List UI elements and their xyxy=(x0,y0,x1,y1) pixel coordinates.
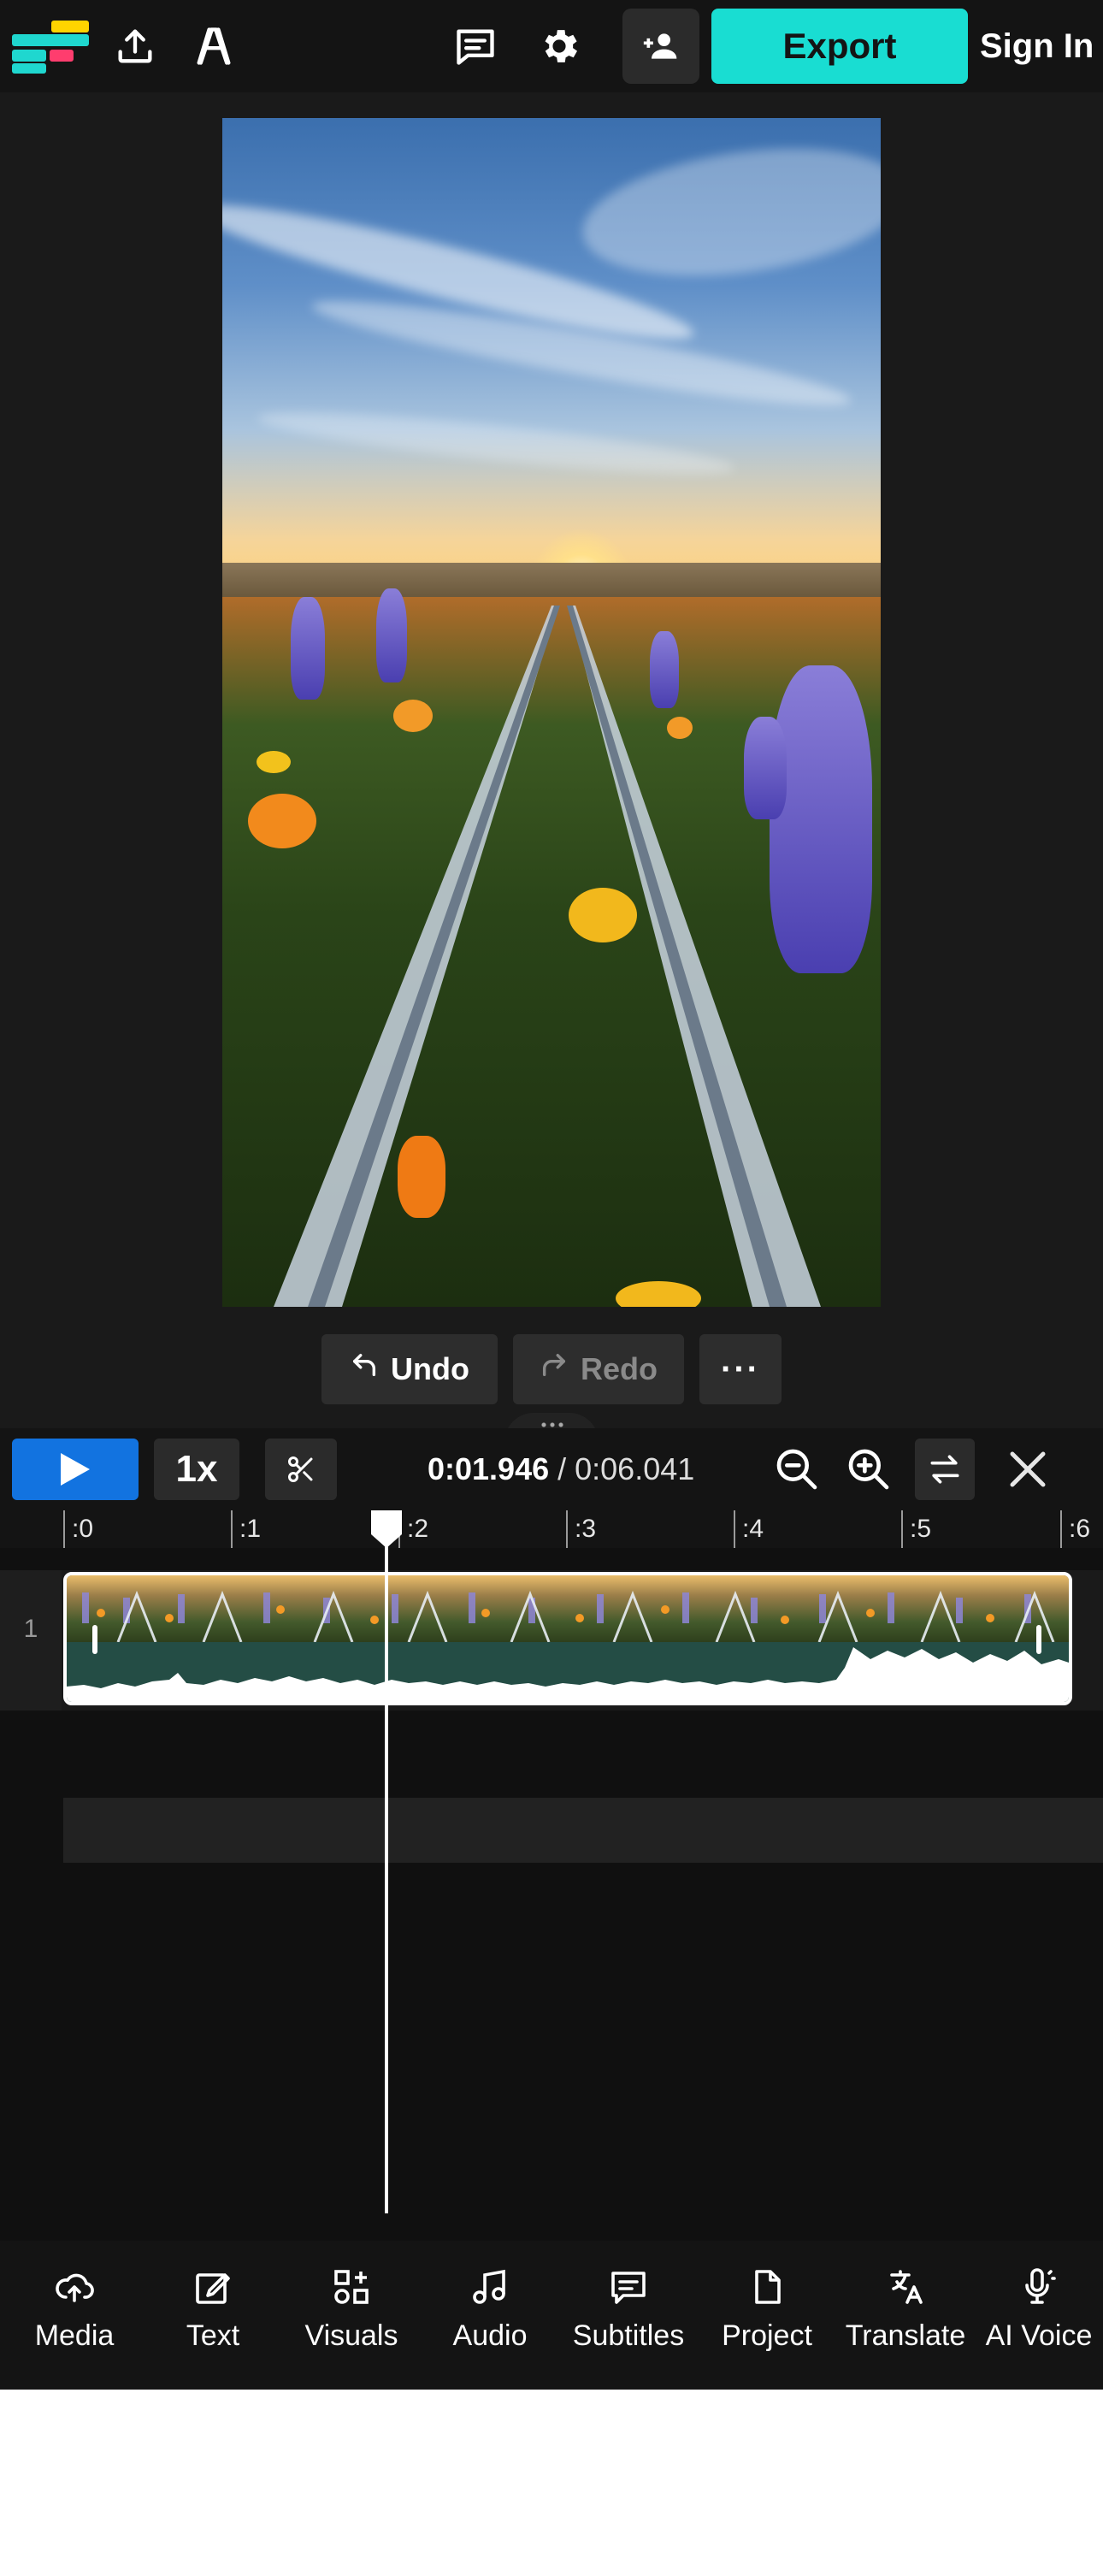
nav-subtitles[interactable]: Subtitles xyxy=(559,2263,698,2374)
close-icon[interactable] xyxy=(997,1439,1059,1500)
preview-flower xyxy=(569,888,637,942)
nav-audio[interactable]: Audio xyxy=(421,2263,559,2374)
playback-speed-button[interactable]: 1x xyxy=(154,1439,239,1500)
ruler-tick: :3 xyxy=(566,1510,596,1548)
nav-text[interactable]: Text xyxy=(144,2263,282,2374)
timeline-ruler[interactable]: :0 :1 :2 :3 :4 :5 :6 xyxy=(0,1510,1103,1548)
preview-lupine xyxy=(291,597,325,700)
redo-icon xyxy=(540,1350,569,1388)
nav-label: Translate xyxy=(845,2319,966,2352)
comment-icon[interactable] xyxy=(441,12,510,80)
subtitles-icon xyxy=(605,2263,652,2311)
undo-label: Undo xyxy=(391,1351,469,1386)
add-person-icon[interactable] xyxy=(622,9,699,84)
redo-button[interactable]: Redo xyxy=(513,1334,684,1404)
upload-cloud-icon xyxy=(50,2263,98,2311)
nav-label: AI Voice xyxy=(985,2319,1093,2352)
nav-visuals[interactable]: Visuals xyxy=(282,2263,421,2374)
nav-label: Subtitles xyxy=(572,2319,685,2352)
gear-icon[interactable] xyxy=(525,12,593,80)
swap-icon[interactable] xyxy=(915,1439,975,1500)
zoom-in-icon[interactable] xyxy=(838,1439,900,1500)
preview-lupine xyxy=(376,588,407,682)
document-icon xyxy=(743,2263,791,2311)
preview-lupine xyxy=(744,717,787,819)
ruler-tick: :6 xyxy=(1060,1510,1090,1548)
undo-button[interactable]: Undo xyxy=(321,1334,498,1404)
top-bar: Export Sign In xyxy=(0,0,1103,92)
translate-icon xyxy=(882,2263,929,2311)
preview-lupine xyxy=(650,631,679,708)
empty-track-row[interactable] xyxy=(63,1798,1103,1863)
app-logo[interactable] xyxy=(12,21,89,74)
redo-label: Redo xyxy=(581,1351,658,1386)
export-button[interactable]: Export xyxy=(711,9,968,84)
preview-flower xyxy=(398,1136,445,1218)
timecode: 0:01.946 / 0:06.041 xyxy=(428,1444,694,1495)
playhead-line xyxy=(385,1510,388,2213)
scissors-icon xyxy=(288,1456,313,1482)
nav-label: Media xyxy=(34,2319,115,2352)
play-button[interactable] xyxy=(12,1439,139,1500)
ruler-tick: :5 xyxy=(901,1510,931,1548)
video-editor-app: Export Sign In Undo Redo ··· 1x 0:01.946… xyxy=(0,0,1103,2390)
bottom-navigation: Media Text Visuals Audio Subtitles Proje… xyxy=(0,2241,1103,2390)
total-time: 0:06.041 xyxy=(575,1451,695,1486)
nav-label: Text xyxy=(186,2319,240,2352)
shapes-icon xyxy=(327,2263,375,2311)
video-preview[interactable] xyxy=(222,118,881,1307)
timeline-controls: 1x 0:01.946 / 0:06.041 xyxy=(0,1428,1103,1510)
preview-flower xyxy=(667,717,693,739)
track-number: 1 xyxy=(23,1615,38,1643)
nav-translate[interactable]: Translate xyxy=(836,2263,975,2374)
preview-flower xyxy=(257,751,291,773)
ruler-tick: :1 xyxy=(231,1510,261,1548)
upload-icon[interactable] xyxy=(101,12,169,80)
play-icon xyxy=(61,1453,90,1486)
nav-ai-voice[interactable]: AI Voice xyxy=(975,2263,1103,2374)
video-clip[interactable] xyxy=(63,1572,1072,1705)
nav-label: Audio xyxy=(452,2319,528,2352)
preview-flower xyxy=(248,794,316,848)
sign-in-button[interactable]: Sign In xyxy=(980,9,1103,84)
split-button[interactable] xyxy=(265,1439,337,1500)
pencil-icon xyxy=(189,2263,237,2311)
undo-icon xyxy=(350,1350,379,1388)
clip-thumbnails xyxy=(67,1575,1069,1642)
clip-trim-handle-left[interactable] xyxy=(92,1625,97,1654)
font-icon[interactable] xyxy=(180,12,248,80)
more-options-button[interactable]: ··· xyxy=(699,1334,782,1404)
clip-trim-handle-right[interactable] xyxy=(1036,1625,1041,1654)
ruler-tick: :0 xyxy=(63,1510,93,1548)
music-note-icon xyxy=(466,2263,514,2311)
current-time: 0:01.946 xyxy=(428,1451,550,1486)
preview-lupine xyxy=(770,665,872,973)
ruler-tick: :4 xyxy=(734,1510,764,1548)
nav-label: Project xyxy=(722,2319,812,2352)
nav-media[interactable]: Media xyxy=(5,2263,144,2374)
microphone-icon xyxy=(1015,2263,1063,2311)
audio-waveform xyxy=(67,1642,1069,1702)
playhead-handle[interactable] xyxy=(368,1509,405,1550)
time-separator: / xyxy=(549,1451,575,1486)
nav-label: Visuals xyxy=(304,2319,398,2352)
zoom-out-icon[interactable] xyxy=(766,1439,828,1500)
nav-project[interactable]: Project xyxy=(698,2263,836,2374)
preview-flower xyxy=(393,700,433,732)
